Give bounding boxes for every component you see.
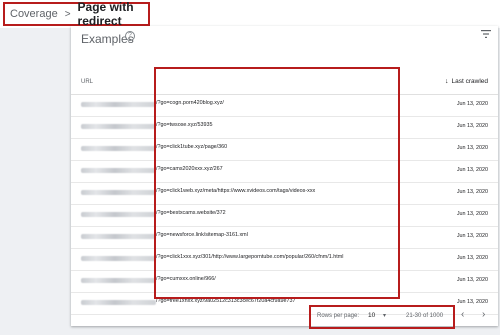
date-cell: Jun 13, 2020: [456, 211, 488, 217]
arrow-down-icon: ↓: [445, 78, 449, 85]
url-cell: /?go=twsose.xyz/53935: [156, 122, 213, 128]
date-cell: Jun 13, 2020: [456, 123, 488, 129]
url-cell: /?go=free1xnxx.xyz/9a02512c313c3cec67f20…: [156, 298, 296, 304]
column-header-url: URL: [81, 79, 94, 85]
date-cell: Jun 13, 2020: [456, 233, 488, 239]
url-cell: /?go=bestxcams.website/372: [156, 210, 226, 216]
breadcrumb-separator: >: [64, 8, 71, 20]
url-cell: /?go=click1xxx.xyz/301/http://www.largep…: [156, 254, 344, 260]
column-header-last-crawled[interactable]: ↓ Last crawled: [445, 78, 488, 85]
table-row[interactable]: /?go=cams2020xxx.xyz/267 Jun 13, 2020: [71, 160, 498, 183]
table-header: URL ↓ Last crawled: [71, 74, 498, 95]
redacted-url-prefix: [81, 124, 156, 129]
url-cell: /?go=click1web.xyz/meta/https://www.xvid…: [156, 188, 316, 194]
table-row[interactable]: /?go=bestxcams.website/372 Jun 13, 2020: [71, 204, 498, 227]
breadcrumb-coverage[interactable]: Coverage: [10, 8, 58, 20]
redacted-url-prefix: [81, 234, 156, 239]
redacted-url-prefix: [81, 278, 156, 283]
help-circle-icon[interactable]: ?: [125, 31, 135, 41]
redacted-url-prefix: [81, 102, 156, 107]
table-row[interactable]: /?go=cogn.porn420blog.xyz/ Jun 13, 2020: [71, 94, 498, 117]
table-row[interactable]: /?go=twsose.xyz/53935 Jun 13, 2020: [71, 116, 498, 139]
chevron-left-icon[interactable]: ‹: [461, 309, 464, 320]
date-cell: Jun 13, 2020: [456, 255, 488, 261]
table-row[interactable]: /?go=free1xnxx.xyz/9a02512c313c3cec67f20…: [71, 292, 498, 315]
url-cell: /?go=cams2020xxx.xyz/267: [156, 166, 223, 172]
table-row[interactable]: /?go=cumxxx.online/966/ Jun 13, 2020: [71, 270, 498, 293]
date-cell: Jun 13, 2020: [456, 277, 488, 283]
redacted-url-prefix: [81, 190, 156, 195]
redacted-url-prefix: [81, 168, 156, 173]
redacted-url-prefix: [81, 300, 156, 305]
url-cell: /?go=cogn.porn420blog.xyz/: [156, 100, 224, 106]
top-bar: Coverage > Page with redirect: [0, 0, 500, 28]
url-cell: /?go=cumxxx.online/966/: [156, 276, 216, 282]
rows-per-page-select[interactable]: 10: [368, 312, 375, 319]
table-row[interactable]: /?go=click1xxx.xyz/301/http://www.largep…: [71, 248, 498, 271]
examples-card: Examples ? URL ↓ Last crawled /?go=cogn.p…: [71, 26, 498, 326]
table-row[interactable]: /?go=click1tube.xyz/page/360 Jun 13, 202…: [71, 138, 498, 161]
chevron-right-icon[interactable]: ›: [482, 309, 485, 320]
date-cell: Jun 13, 2020: [456, 145, 488, 151]
table-row[interactable]: /?go=newsforce.link/sitemap-3161.xml Jun…: [71, 226, 498, 249]
filter-icon[interactable]: [481, 29, 491, 39]
table-row[interactable]: /?go=click1web.xyz/meta/https://www.xvid…: [71, 182, 498, 205]
url-cell: /?go=newsforce.link/sitemap-3161.xml: [156, 232, 248, 238]
date-cell: Jun 13, 2020: [456, 299, 488, 305]
last-crawled-label: Last crawled: [451, 78, 489, 85]
redacted-url-prefix: [81, 146, 156, 151]
redacted-url-prefix: [81, 212, 156, 217]
redacted-url-prefix: [81, 256, 156, 261]
date-cell: Jun 13, 2020: [456, 189, 488, 195]
breadcrumb: Coverage > Page with redirect: [3, 0, 150, 28]
date-cell: Jun 13, 2020: [456, 101, 488, 107]
url-cell: /?go=click1tube.xyz/page/360: [156, 144, 228, 150]
breadcrumb-current: Page with redirect: [77, 0, 134, 28]
date-cell: Jun 13, 2020: [456, 167, 488, 173]
